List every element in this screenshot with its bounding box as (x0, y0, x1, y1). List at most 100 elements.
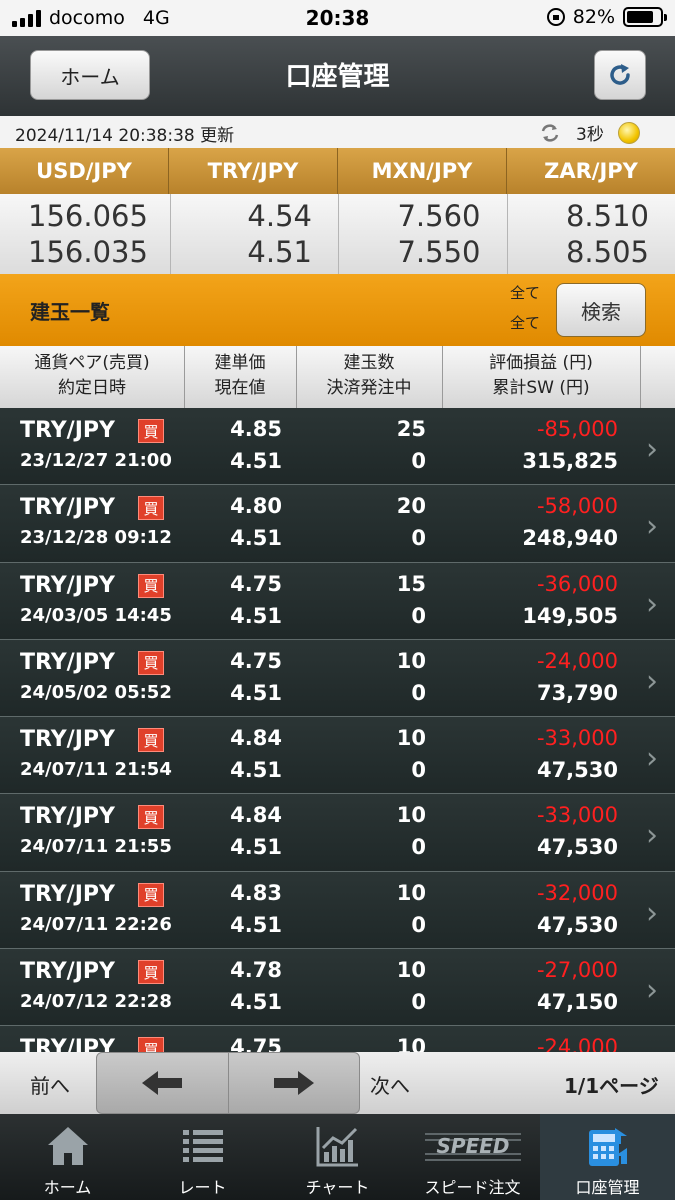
position-row[interactable]: TRY/JPY 買 24/07/11 22:26 4.83 4.51 10 0 -32,000… (0, 871, 675, 950)
trade-datetime: 24/07/12 22:28 (20, 991, 172, 1013)
open-price: 4.84 (230, 726, 282, 751)
search-button[interactable]: 検索 (556, 283, 646, 337)
position-qty: 15 (396, 571, 426, 596)
profit-loss: -27,000 (536, 958, 618, 983)
swap-total: 47,530 (536, 758, 618, 783)
tab-label: レート (178, 1178, 227, 1197)
current-price: 4.51 (230, 603, 282, 628)
rate-pair-mxnjpy[interactable]: MXN/JPY (338, 148, 507, 194)
chevron-right-icon: › (646, 432, 658, 467)
position-row[interactable]: TRY/JPY 買 24/07/11 21:54 4.84 4.51 10 0 -33,000… (0, 717, 675, 795)
bid-rate: 4.54 (247, 199, 312, 233)
position-row[interactable]: TRY/JPY 買 24/05/02 05:52 4.75 4.51 10 0 -24,000… (0, 639, 675, 718)
tab-home[interactable]: ホーム (0, 1114, 135, 1200)
position-qty: 10 (396, 803, 426, 828)
pending-orders: 0 (411, 449, 426, 473)
currency-pair: TRY/JPY (20, 495, 115, 521)
trade-datetime: 24/03/05 14:45 (20, 604, 172, 626)
chart-icon (316, 1127, 358, 1167)
rate-pair-zarjpy[interactable]: ZAR/JPY (507, 148, 675, 194)
header-price: 建単価 現在値 (184, 351, 296, 401)
position-row[interactable]: TRY/JPY 買 23/12/28 09:12 4.80 4.51 20 0 -58,000… (0, 485, 675, 563)
filter-pair: 全て (510, 284, 541, 302)
rate-pair-usdjpy[interactable]: USD/JPY (0, 148, 169, 194)
position-qty: 20 (396, 494, 426, 519)
next-label: 次へ (370, 1074, 410, 1098)
chevron-right-icon: › (646, 741, 658, 777)
currency-pair: TRY/JPY (20, 881, 115, 907)
tab-speed-order[interactable]: SPEED スピード注文 (405, 1114, 540, 1200)
page-title: 口座管理 (285, 62, 390, 92)
pending-orders: 0 (411, 526, 426, 551)
position-row[interactable]: TRY/JPY 買 24/07/12 22:28 4.78 4.51 10 0 -27,000… (0, 949, 675, 1027)
prev-page-button[interactable] (97, 1053, 229, 1113)
header-profit-loss: 評価損益 (円) (489, 353, 593, 373)
table-header: 通貨ペア(売買) 約定日時 建単価 現在値 建玉数 決済発注中 評価損益 (円)… (0, 346, 675, 408)
position-row[interactable]: TRY/JPY 買 24/07/11 21:55 4.84 4.51 10 0 -33,000… (0, 794, 675, 872)
buy-badge: 買 (138, 650, 164, 675)
refresh-button[interactable] (594, 50, 646, 100)
ask-rate: 156.035 (28, 235, 148, 269)
buy-badge: 買 (138, 1037, 164, 1052)
pending-orders: 0 (411, 758, 426, 783)
rate-zarjpy[interactable]: 8.510 8.505 (508, 194, 675, 274)
rate-pair-tryjpy[interactable]: TRY/JPY (169, 148, 338, 194)
chevron-right-icon: › (646, 895, 658, 931)
speed-icon-text: SPEED (436, 1134, 509, 1158)
chevron-right-icon: › (646, 586, 658, 622)
pending-orders: 0 (411, 835, 426, 860)
current-price: 4.51 (230, 526, 282, 551)
swap-total: 47,150 (536, 990, 618, 1015)
positions-bar: 建玉一覧 全て 全て 検索 (0, 274, 675, 346)
tab-account[interactable]: 口座管理 (540, 1114, 675, 1200)
header-current-price: 現在値 (214, 378, 266, 398)
header-pair: 通貨ペア(売買) (34, 353, 150, 373)
position-qty: 10 (396, 726, 426, 751)
rate-values: 156.065 156.035 4.54 4.51 7.560 7.550 8.… (0, 194, 675, 274)
trade-datetime: 24/07/11 21:54 (20, 759, 172, 781)
position-row[interactable]: TRY/JPY買4.7510-24,000› (0, 1026, 675, 1052)
currency-pair: TRY/JPY (20, 959, 115, 985)
tab-label: スピード注文 (424, 1178, 521, 1197)
header-pl: 評価損益 (円) 累計SW (円) (442, 351, 640, 401)
tab-chart[interactable]: チャート (270, 1114, 405, 1200)
open-price: 4.75 (230, 571, 282, 596)
currency-pair: TRY/JPY (20, 572, 115, 598)
pending-orders: 0 (411, 603, 426, 628)
tab-bar: ホーム レート チャート SPEED スピード注文 口座管理 (0, 1114, 675, 1200)
open-price: 4.75 (230, 648, 282, 673)
buy-badge: 買 (138, 419, 164, 443)
open-price: 4.83 (230, 880, 282, 905)
filter-side: 全て (510, 314, 541, 332)
position-row[interactable]: TRY/JPY 買 23/12/27 21:00 4.85 4.51 25 0 -85,000… (0, 408, 675, 486)
positions-list[interactable]: TRY/JPY 買 23/12/27 21:00 4.85 4.51 25 0 -85,000… (0, 408, 675, 1052)
swap-total: 315,825 (522, 449, 618, 473)
update-timestamp: 2024/11/14 20:38:38 更新 (15, 126, 235, 146)
tab-label: チャート (305, 1178, 370, 1197)
tab-rate[interactable]: レート (135, 1114, 270, 1200)
rate-usdjpy[interactable]: 156.065 156.035 (0, 194, 171, 274)
trade-datetime: 24/07/11 21:55 (20, 836, 172, 858)
pending-orders: 0 (411, 990, 426, 1015)
battery-percent: 82% (572, 6, 615, 28)
header-open-price: 建単価 (214, 353, 266, 373)
rate-mxnjpy[interactable]: 7.560 7.550 (339, 194, 508, 274)
profit-loss: -24,000 (536, 648, 618, 673)
next-page-button[interactable] (229, 1053, 360, 1113)
status-bar: docomo 4G 20:38 82% (0, 0, 675, 36)
position-row[interactable]: TRY/JPY 買 24/03/05 14:45 4.75 4.51 15 0 -36,000… (0, 562, 675, 640)
open-price: 4.85 (230, 417, 282, 441)
swap-total: 47,530 (536, 835, 618, 860)
currency-pair: TRY/JPY (20, 649, 115, 675)
profit-loss: -33,000 (536, 726, 618, 751)
buy-badge: 買 (138, 573, 164, 598)
rotation-lock-icon (546, 8, 565, 26)
header-pending-orders: 決済発注中 (326, 378, 412, 398)
rate-tryjpy[interactable]: 4.54 4.51 (171, 194, 339, 274)
current-price: 4.51 (230, 680, 282, 705)
chevron-right-icon: › (646, 663, 658, 699)
swap-total: 73,790 (536, 680, 618, 705)
position-qty: 25 (396, 417, 426, 441)
ask-rate: 7.550 (397, 235, 481, 269)
auto-update[interactable]: 3秒 (538, 120, 640, 145)
